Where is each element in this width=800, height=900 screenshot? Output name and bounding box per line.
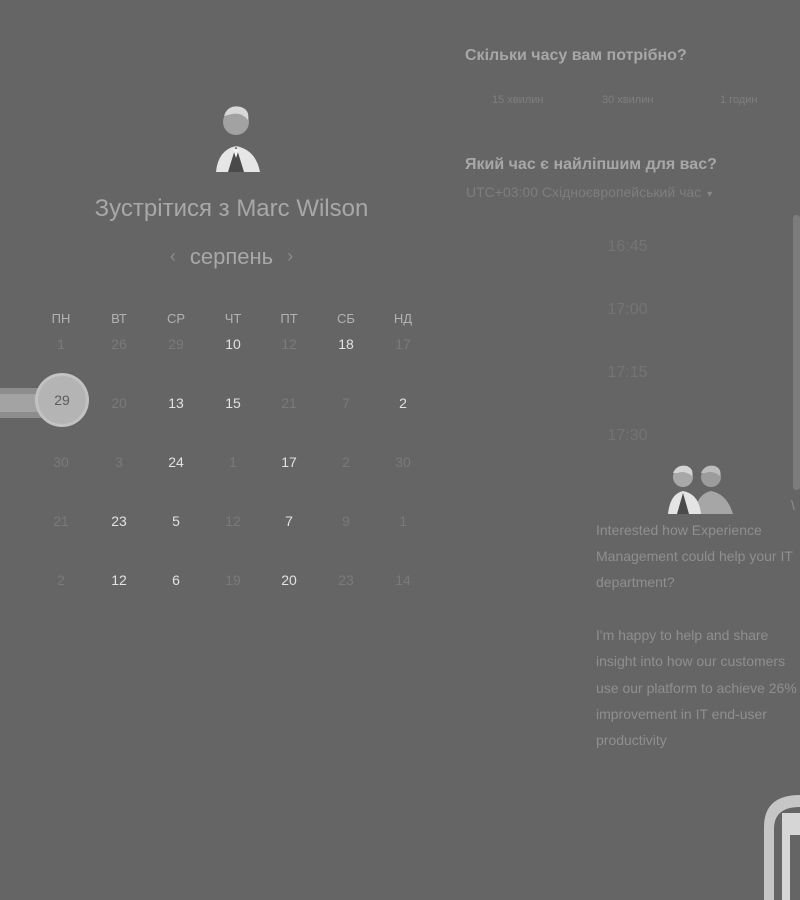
calendar-day: 20	[111, 395, 127, 411]
duration-option-60[interactable]: 1 годин	[720, 94, 757, 106]
calendar-day: 21	[53, 513, 69, 529]
calendar-day: 17	[395, 336, 411, 352]
host-avatar	[216, 106, 260, 172]
message-line-2: Management could help your IT	[596, 548, 793, 564]
calendar-day: 14	[395, 572, 411, 588]
month-navigator: ‹ серпень ›	[0, 244, 463, 270]
duration-option-15[interactable]: 15 хвилин	[492, 94, 543, 106]
weekday-sat: СБ	[337, 311, 355, 326]
month-label: серпень	[189, 244, 274, 269]
calendar-day: 2	[57, 572, 65, 588]
calendar-day[interactable]: 12	[99, 572, 139, 588]
calendar-day[interactable]: 17	[269, 454, 309, 470]
timeslot-3[interactable]: 17:15	[555, 364, 700, 382]
calendar-day: 1	[399, 513, 407, 529]
next-month-icon[interactable]: ›	[287, 246, 293, 267]
calendar-day: 1	[57, 336, 65, 352]
calendar-day[interactable]: 6	[156, 572, 196, 588]
calendar-day[interactable]: 2	[383, 395, 423, 411]
time-heading: Який час є найліпшим для вас?	[465, 156, 717, 173]
calendar-day[interactable]: 13	[156, 395, 196, 411]
weekday-sun: НД	[393, 311, 413, 326]
calendar-day: 9	[342, 513, 350, 529]
prev-month-icon[interactable]: ‹	[170, 246, 176, 267]
calendar-day[interactable]: 15	[213, 395, 253, 411]
calendar-day[interactable]: 7	[269, 513, 309, 529]
calendar-day[interactable]: 10	[213, 336, 253, 352]
calendar-day: 2	[342, 454, 350, 470]
message-line-1: Interested how Experience	[596, 522, 762, 538]
calendar-day: 19	[225, 572, 241, 588]
timeslot-1[interactable]: 16:45	[555, 238, 700, 256]
chevron-down-icon: ▾	[707, 189, 713, 200]
calendar-day: 30	[395, 454, 411, 470]
calendar-day: 26	[111, 336, 127, 352]
weekday-mon: ПН	[51, 311, 71, 326]
timeslot-2[interactable]: 17:00	[555, 301, 700, 319]
calendar-day: 23	[338, 572, 354, 588]
message-line-5: insight into how our customers	[596, 653, 786, 669]
calendar-day: 12	[225, 513, 241, 529]
message-line-4: I'm happy to help and share	[596, 627, 769, 643]
message-line-8: productivity	[596, 732, 667, 748]
host-name: Marc Wilson	[236, 195, 369, 222]
message-line-3: department?	[596, 574, 675, 590]
timezone-label: UTC+03:00 Східноєвропейський час	[466, 184, 702, 200]
duration-option-30[interactable]: 30 хвилин	[602, 94, 653, 106]
message-line-7: improvement in IT end-user	[596, 706, 767, 722]
edge-text-fragment: \	[791, 497, 795, 513]
weekday-wed: СР	[166, 311, 186, 326]
calendar-day[interactable]: 18	[326, 336, 366, 352]
timeslot-4[interactable]: 17:30	[555, 427, 700, 445]
weekday-fri: ПТ	[280, 311, 298, 326]
calendar-day[interactable]: 5	[156, 513, 196, 529]
weekday-thu: ЧТ	[224, 311, 242, 326]
calendar-day[interactable]: 23	[99, 513, 139, 529]
calendar-day: 30	[53, 454, 69, 470]
page-title: Зустрітися з Marc Wilson	[94, 195, 369, 222]
message-line-6: use our platform to achieve 26%	[596, 680, 797, 696]
calendar-day: 21	[281, 395, 297, 411]
calendar-day: 3	[115, 454, 123, 470]
weekday-tue: ВТ	[111, 311, 127, 326]
calendar-day: 7	[342, 395, 350, 411]
calendar-day[interactable]: 24	[156, 454, 196, 470]
selected-day[interactable]: 29	[42, 392, 82, 408]
calendar-day: 1	[229, 454, 237, 470]
calendar-day: 29	[168, 336, 184, 352]
calendar-day: 12	[281, 336, 297, 352]
timezone-select[interactable]: UTC+03:00 Східноєвропейський час ▾	[466, 184, 712, 200]
timeslot-scrollbar[interactable]	[793, 215, 800, 490]
team-avatars	[668, 465, 733, 514]
calendar-day[interactable]: 20	[269, 572, 309, 588]
duration-heading: Скільки часу вам потрібно?	[465, 47, 687, 64]
chat-launcher-icon[interactable]	[760, 795, 800, 900]
